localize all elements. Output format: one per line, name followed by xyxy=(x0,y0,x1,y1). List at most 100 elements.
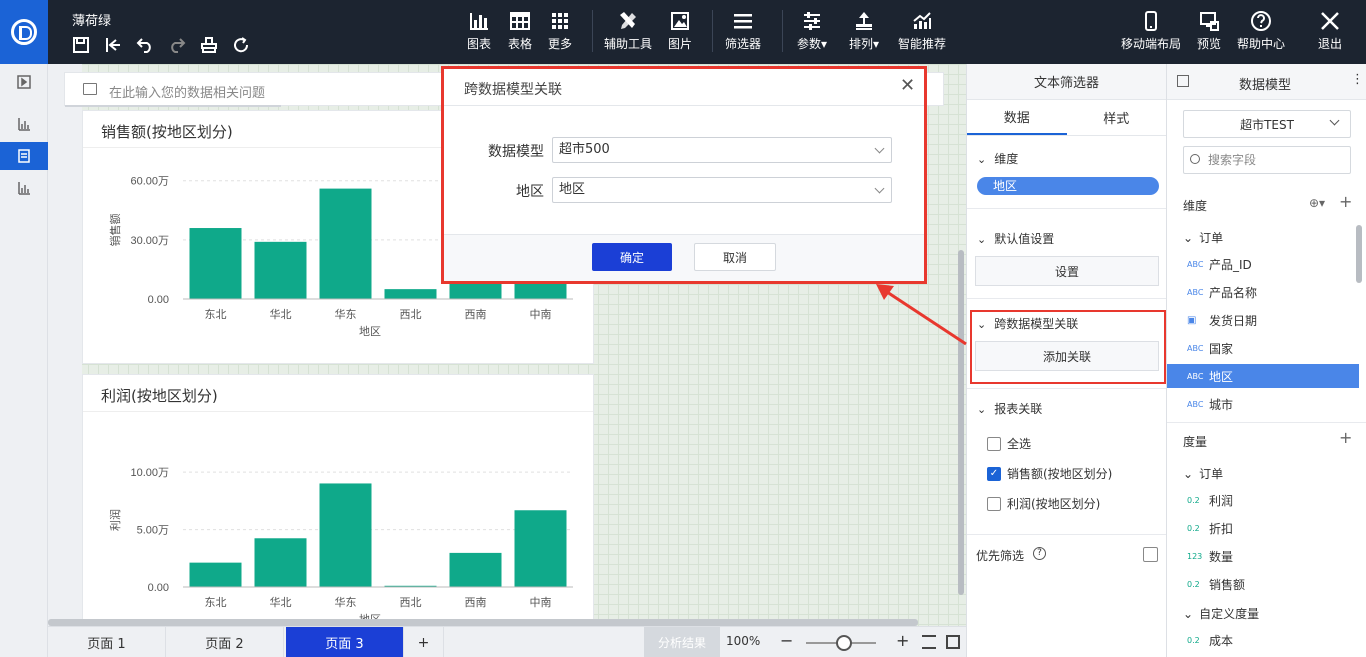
priority-filter-checkbox[interactable] xyxy=(1143,547,1158,562)
y-tick-label: 30.00万 xyxy=(130,235,169,247)
checkbox-checked[interactable]: ✓ xyxy=(987,466,1001,481)
toolbar-tools-button[interactable]: 辅助工具 xyxy=(598,10,658,52)
toolbar-exit-button[interactable]: 退出 xyxy=(1300,10,1360,52)
undo-icon[interactable] xyxy=(134,34,156,56)
field-item[interactable]: ABC 产品名称 xyxy=(1167,280,1359,304)
field-search-input[interactable]: 搜索字段 xyxy=(1183,146,1351,174)
checkbox[interactable] xyxy=(987,436,1001,451)
cross-model-highlight xyxy=(970,310,1166,384)
save-icon[interactable] xyxy=(70,34,92,56)
tab-style[interactable]: 样式 xyxy=(1067,100,1167,135)
chevron-down-icon xyxy=(1329,115,1340,126)
confirm-button[interactable]: 确定 xyxy=(592,243,672,271)
canvas-gutter xyxy=(48,64,82,626)
refresh-icon[interactable] xyxy=(230,34,252,56)
field-item[interactable]: 0.2 利润 xyxy=(1167,488,1359,512)
format-brush-icon[interactable] xyxy=(198,34,220,56)
field-item[interactable]: ABC 产品_ID xyxy=(1167,252,1359,276)
dimension-section-title[interactable]: 维度 xyxy=(977,150,1018,167)
tab-page-2[interactable]: 页面 2 xyxy=(166,627,284,657)
y-axis-label: 销售额 xyxy=(108,214,122,247)
model-panel-scrollbar[interactable] xyxy=(1356,225,1362,283)
bar xyxy=(254,241,307,299)
toolbar-params-button[interactable]: 参数▾ xyxy=(782,10,842,52)
model-select[interactable]: 超市500 xyxy=(552,137,892,163)
field-item[interactable]: ABC 国家 xyxy=(1167,336,1359,360)
sidebar-item-filter[interactable] xyxy=(0,142,48,170)
x-tick-label: 华北 xyxy=(270,595,292,609)
add-dimension-icon[interactable]: + xyxy=(1339,192,1352,211)
app-logo[interactable] xyxy=(0,0,48,64)
page-tabs-bar: 页面 1 页面 2 页面 3 + 分析结果 100% − + xyxy=(48,626,966,657)
tab-data[interactable]: 数据 xyxy=(967,100,1067,135)
zoom-slider-handle[interactable] xyxy=(836,635,852,651)
sliders-icon xyxy=(804,12,820,30)
toolbar-preview-button[interactable]: 预览 xyxy=(1179,10,1239,52)
checkbox[interactable] xyxy=(987,496,1001,511)
mobile-icon xyxy=(1145,11,1157,31)
zoom-level: 100% xyxy=(726,634,761,648)
field-item[interactable]: 0.2 销售额 xyxy=(1167,572,1359,596)
toolbar-filter-button[interactable]: 筛选器 xyxy=(713,10,773,52)
fit-width-icon[interactable] xyxy=(922,635,936,649)
add-page-button[interactable]: + xyxy=(404,627,444,657)
redo-icon[interactable] xyxy=(166,34,188,56)
zoom-in-button[interactable]: + xyxy=(896,631,909,650)
section-divider xyxy=(967,388,1167,389)
dimension-group-order[interactable]: 订单 xyxy=(1183,229,1223,246)
logo-icon xyxy=(11,19,37,45)
field-item[interactable]: ▣ 发货日期 xyxy=(1167,308,1359,332)
data-model-header: 数据模型 ⋮ xyxy=(1167,64,1366,100)
toolbar-smart-recommend-button[interactable]: 智能推荐 xyxy=(892,10,952,52)
toolbar-arrange-button[interactable]: 排列▾ xyxy=(834,10,894,52)
zoom-out-button[interactable]: − xyxy=(780,631,793,650)
x-tick-label: 华北 xyxy=(270,307,292,321)
canvas-horizontal-scrollbar[interactable] xyxy=(48,619,918,626)
sidebar-item-chart-2[interactable] xyxy=(0,174,48,202)
toolbar-mobile-layout-button[interactable]: 移动端布局 xyxy=(1121,10,1181,52)
globe-icon[interactable]: ⊕▾ xyxy=(1309,196,1325,210)
default-value-set-button[interactable]: 设置 xyxy=(975,256,1159,286)
sidebar-item-chart-1[interactable] xyxy=(0,110,48,138)
bar xyxy=(254,538,307,587)
align-icon xyxy=(856,12,872,30)
dimension-field-pill[interactable]: 地区 xyxy=(977,177,1159,195)
x-tick-label: 中南 xyxy=(530,596,552,609)
profit-chart-card[interactable]: 利润(按地区划分) 0.00 5.00万 10.00万 利润 东北 华北 华东 西北 西南 中南地… xyxy=(82,374,594,621)
field-item[interactable]: ABC 城市 xyxy=(1167,392,1359,416)
field-item[interactable]: 123 数量 xyxy=(1167,544,1359,568)
cancel-button[interactable]: 取消 xyxy=(694,243,776,271)
more-options-icon[interactable]: ⋮ xyxy=(1351,72,1364,87)
add-measure-icon[interactable]: + xyxy=(1339,428,1352,447)
toolbar-image-button[interactable]: 图片 xyxy=(650,10,710,52)
report-check-all[interactable]: 全选 xyxy=(987,435,1031,452)
back-to-start-icon[interactable] xyxy=(102,34,124,56)
field-item[interactable]: 0.2 折扣 xyxy=(1167,516,1359,540)
tab-page-1[interactable]: 页面 1 xyxy=(48,627,166,657)
help-icon[interactable]: ? xyxy=(1033,547,1046,560)
custom-measure-group[interactable]: 自定义度量 xyxy=(1183,605,1259,622)
document-title[interactable]: 薄荷绿 xyxy=(72,10,111,29)
sidebar-toggle-button[interactable] xyxy=(0,68,48,96)
field-item-selected[interactable]: ABC 地区 xyxy=(1167,364,1359,388)
measure-group-order[interactable]: 订单 xyxy=(1183,465,1223,482)
ask-data-input[interactable]: 在此输入您的数据相关问题 xyxy=(109,82,265,101)
toolbar-more-button[interactable]: 更多 xyxy=(530,10,590,52)
fit-screen-icon[interactable] xyxy=(946,635,960,649)
default-value-section-title[interactable]: 默认值设置 xyxy=(977,230,1054,247)
model-select-dropdown[interactable]: 超市TEST xyxy=(1183,110,1351,138)
filter-panel-title: 文本筛选器 xyxy=(967,64,1166,100)
tab-page-3[interactable]: 页面 3 xyxy=(286,627,404,657)
analysis-result-button[interactable]: 分析结果 xyxy=(644,627,720,657)
x-tick-label: 东北 xyxy=(205,596,227,609)
report-check-sales[interactable]: ✓ 销售额(按地区划分) xyxy=(987,465,1112,482)
report-check-profit[interactable]: 利润(按地区划分) xyxy=(987,495,1100,512)
close-icon[interactable]: ✕ xyxy=(900,75,915,96)
report-link-section-title[interactable]: 报表关联 xyxy=(977,400,1042,417)
region-select[interactable]: 地区 xyxy=(552,177,892,203)
bar xyxy=(319,483,372,587)
section-divider xyxy=(967,534,1167,535)
panel-collapse-icon[interactable] xyxy=(1177,75,1189,87)
toolbar-help-button[interactable]: 帮助中心 xyxy=(1231,10,1291,52)
field-item[interactable]: 0.2 成本 xyxy=(1167,628,1359,652)
